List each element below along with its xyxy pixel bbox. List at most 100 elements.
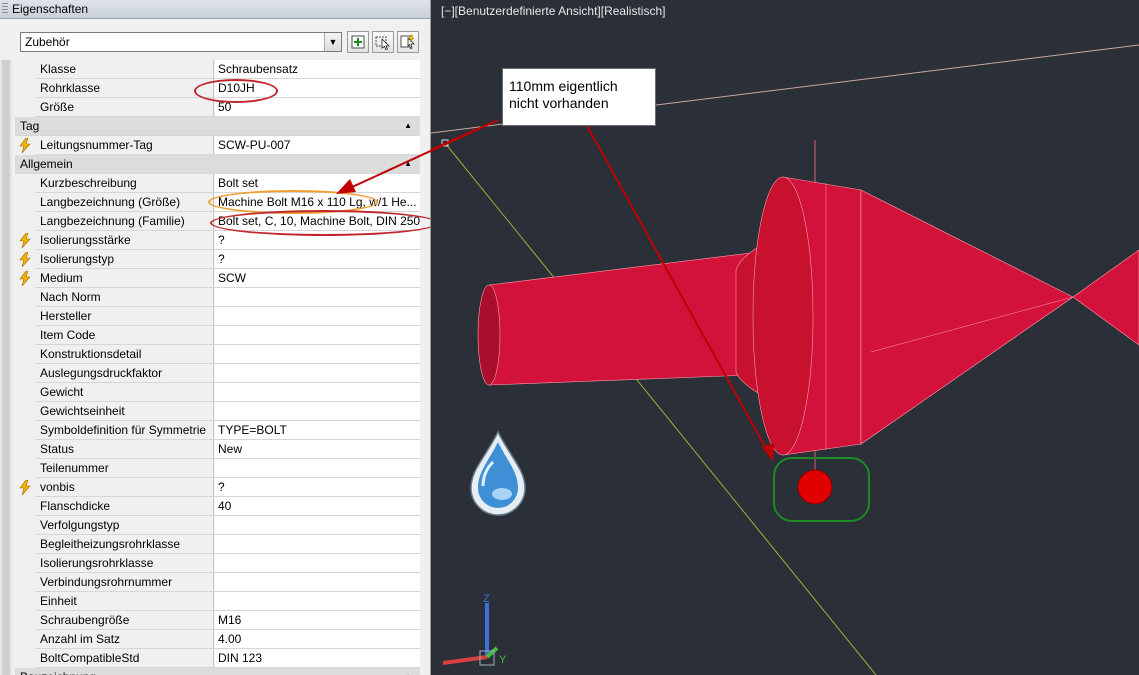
row-gutter	[15, 459, 35, 478]
property-row[interactable]: BoltCompatibleStd DIN 123	[15, 649, 420, 668]
property-row[interactable]: Flanschdicke 40	[15, 497, 420, 516]
row-gutter	[15, 250, 35, 269]
property-value[interactable]	[215, 364, 420, 382]
object-type-dropdown[interactable]: Zubehör ▼	[20, 32, 342, 52]
property-row[interactable]: Kurzbeschreibung Bolt set	[15, 174, 420, 193]
property-value[interactable]	[215, 573, 420, 591]
highlight-rohrklasse	[194, 79, 278, 103]
property-row[interactable]: Medium SCW	[15, 269, 420, 288]
category-label: Bauzeichnung	[20, 668, 96, 675]
palette-title: Eigenschaften	[12, 2, 89, 16]
property-row[interactable]: Teilenummer	[15, 459, 420, 478]
axis-z-label: Z	[483, 593, 490, 605]
property-value[interactable]	[215, 402, 420, 420]
property-label: Gewicht	[35, 383, 214, 401]
row-gutter	[15, 402, 35, 421]
chevron-down-icon[interactable]: ▼	[324, 33, 341, 51]
palette-scrollbar[interactable]	[0, 60, 12, 675]
property-label: Status	[35, 440, 214, 458]
category-tag[interactable]: Tag ▲	[15, 117, 420, 136]
property-row[interactable]: Nach Norm	[15, 288, 420, 307]
bolt-set-marker[interactable]	[797, 469, 833, 505]
select-objects-icon	[375, 36, 390, 50]
property-row[interactable]: Auslegungsdruckfaktor	[15, 364, 420, 383]
palette-title-bar[interactable]: Eigenschaften	[0, 0, 430, 19]
category-allgemein[interactable]: Allgemein ▲	[15, 155, 420, 174]
row-gutter	[15, 421, 35, 440]
property-value[interactable]: New	[215, 440, 420, 458]
property-row[interactable]: Gewicht	[15, 383, 420, 402]
grip-icon[interactable]	[2, 3, 8, 15]
property-row[interactable]: Verfolgungstyp	[15, 516, 420, 535]
category-label: Allgemein	[20, 157, 73, 171]
property-row[interactable]: vonbis?	[15, 478, 420, 497]
property-value[interactable]: SCW-PU-007	[215, 136, 420, 154]
pickadd-icon	[351, 35, 365, 49]
row-gutter	[15, 345, 35, 364]
property-row[interactable]: Begleitheizungsrohrklasse	[15, 535, 420, 554]
row-gutter	[15, 364, 35, 383]
property-label: Begleitheizungsrohrklasse	[35, 535, 214, 553]
property-value[interactable]: ?	[215, 478, 420, 496]
property-value[interactable]: TYPE=BOLT	[215, 421, 420, 439]
pipe-body[interactable]	[488, 252, 752, 386]
property-row[interactable]: Verbindungsrohrnummer	[15, 573, 420, 592]
row-gutter	[15, 516, 35, 535]
property-value[interactable]	[215, 535, 420, 553]
property-label: Nach Norm	[35, 288, 214, 306]
scrollbar-thumb[interactable]	[2, 60, 10, 675]
property-value[interactable]	[215, 459, 420, 477]
property-value[interactable]	[215, 345, 420, 363]
collapse-triangle-icon[interactable]: ▲	[404, 155, 412, 173]
property-row[interactable]: Klasse Schraubensatz	[15, 60, 420, 79]
property-row[interactable]: Schraubengröße M16	[15, 611, 420, 630]
property-value[interactable]	[215, 554, 420, 572]
cone-body[interactable]	[860, 189, 1074, 445]
row-gutter	[15, 592, 35, 611]
property-row[interactable]: Konstruktionsdetail	[15, 345, 420, 364]
annotation-callout: 110mm eigentlich nicht vorhanden	[502, 68, 656, 126]
property-label: Schraubengröße	[35, 611, 214, 629]
property-value[interactable]	[215, 288, 420, 306]
property-label: Rohrklasse	[35, 79, 214, 97]
property-label: Verfolgungstyp	[35, 516, 214, 534]
collapse-triangle-icon[interactable]: ▲	[404, 117, 412, 135]
property-value[interactable]: Bolt set	[215, 174, 420, 192]
row-gutter	[15, 79, 35, 98]
row-gutter	[15, 193, 35, 212]
property-label: Item Code	[35, 326, 214, 344]
property-value[interactable]: DIN 123	[215, 649, 420, 667]
property-value[interactable]: 4.00	[215, 630, 420, 648]
second-cone-body[interactable]	[1072, 249, 1139, 346]
select-objects-button[interactable]	[372, 31, 394, 53]
property-value[interactable]: ?	[215, 250, 420, 268]
property-row[interactable]: Leitungsnummer-Tag SCW-PU-007	[15, 136, 420, 155]
property-value[interactable]: SCW	[215, 269, 420, 287]
property-value[interactable]	[215, 307, 420, 325]
property-label: Auslegungsdruckfaktor	[35, 364, 214, 382]
property-value[interactable]	[215, 592, 420, 610]
property-value[interactable]	[215, 383, 420, 401]
property-row[interactable]: Item Code	[15, 326, 420, 345]
property-value[interactable]: 40	[215, 497, 420, 515]
property-row[interactable]: Symboldefinition für Symmetrie TYPE=BOLT	[15, 421, 420, 440]
property-row[interactable]: Gewichtseinheit	[15, 402, 420, 421]
property-label: Größe	[35, 98, 214, 116]
property-value[interactable]	[215, 326, 420, 344]
toggle-pickadd-button[interactable]	[347, 31, 369, 53]
property-row[interactable]: Hersteller	[15, 307, 420, 326]
property-value[interactable]: M16	[215, 611, 420, 629]
property-label: Langbezeichnung (Familie)	[35, 212, 214, 230]
property-value[interactable]	[215, 516, 420, 534]
category-bauzeichnung[interactable]: Bauzeichnung ▲	[15, 668, 420, 675]
property-row[interactable]: Einheit	[15, 592, 420, 611]
collapse-triangle-icon[interactable]: ▲	[404, 668, 412, 675]
quick-select-button[interactable]	[397, 31, 419, 53]
property-row[interactable]: Isolierungstyp?	[15, 250, 420, 269]
row-gutter	[15, 212, 35, 231]
property-row[interactable]: Isolierungsrohrklasse	[15, 554, 420, 573]
row-gutter	[15, 573, 35, 592]
property-row[interactable]: Anzahl im Satz 4.00	[15, 630, 420, 649]
property-value[interactable]: Schraubensatz	[215, 60, 420, 78]
property-row[interactable]: Status New	[15, 440, 420, 459]
